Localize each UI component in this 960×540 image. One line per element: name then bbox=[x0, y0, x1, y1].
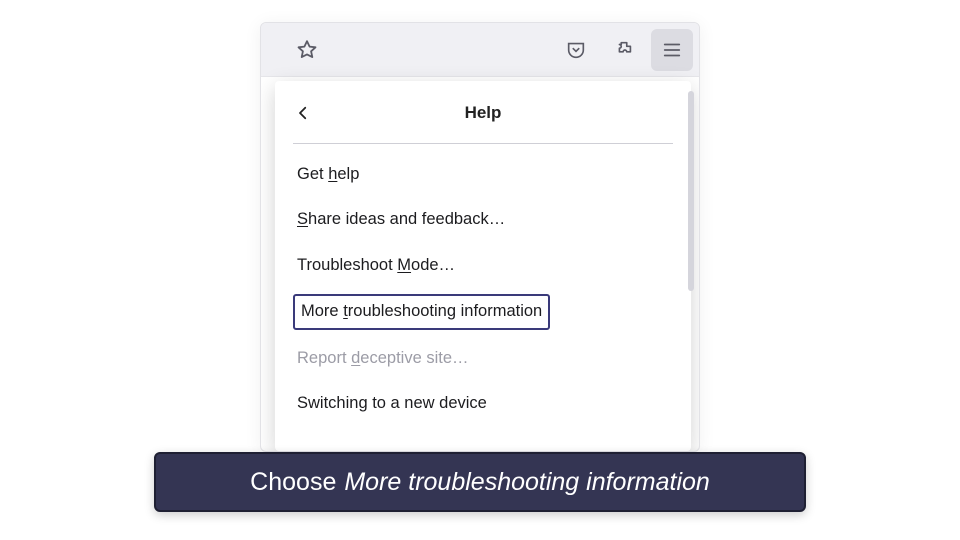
menu-item-0[interactable]: Get help bbox=[275, 152, 691, 197]
menu-item-3[interactable]: More troubleshooting information bbox=[293, 294, 550, 329]
menu-item-text: More bbox=[301, 302, 343, 320]
menu-item-1[interactable]: Share ideas and feedback… bbox=[275, 197, 691, 242]
menu-item-text: Switching to a new device bbox=[297, 394, 487, 412]
browser-window-fragment: Help Get helpShare ideas and feedback…Tr… bbox=[260, 22, 700, 452]
menu-header: Help bbox=[275, 87, 691, 139]
menu-item-4: Report deceptive site… bbox=[275, 336, 691, 381]
mnemonic: S bbox=[297, 210, 308, 228]
menu-item-text: hare ideas and feedback… bbox=[308, 210, 505, 228]
menu-item-text: roubleshooting information bbox=[348, 302, 542, 320]
browser-toolbar bbox=[261, 23, 699, 77]
mnemonic: M bbox=[397, 256, 411, 274]
menu-item-text: Troubleshoot bbox=[297, 256, 397, 274]
mnemonic: h bbox=[328, 165, 337, 183]
menu-item-text: elp bbox=[337, 165, 359, 183]
application-menu-icon[interactable] bbox=[651, 29, 693, 71]
back-button[interactable] bbox=[287, 97, 319, 129]
mnemonic: d bbox=[351, 349, 360, 367]
help-menu-panel: Help Get helpShare ideas and feedback…Tr… bbox=[275, 81, 691, 451]
bookmark-star-icon[interactable] bbox=[286, 29, 328, 71]
save-to-pocket-icon[interactable] bbox=[555, 29, 597, 71]
caption-emphasis: More troubleshooting information bbox=[344, 468, 709, 497]
menu-item-5[interactable]: Switching to a new device bbox=[275, 381, 691, 426]
separator bbox=[293, 143, 673, 144]
caption-lead: Choose bbox=[250, 468, 336, 497]
extensions-icon[interactable] bbox=[603, 29, 645, 71]
menu-item-2[interactable]: Troubleshoot Mode… bbox=[275, 243, 691, 288]
menu-item-text: ode… bbox=[411, 256, 455, 274]
instruction-caption: Choose More troubleshooting information bbox=[154, 452, 806, 512]
menu-item-text: Report bbox=[297, 349, 351, 367]
menu-item-text: eceptive site… bbox=[360, 349, 468, 367]
menu-item-text: Get bbox=[297, 165, 328, 183]
menu-title: Help bbox=[275, 103, 691, 123]
